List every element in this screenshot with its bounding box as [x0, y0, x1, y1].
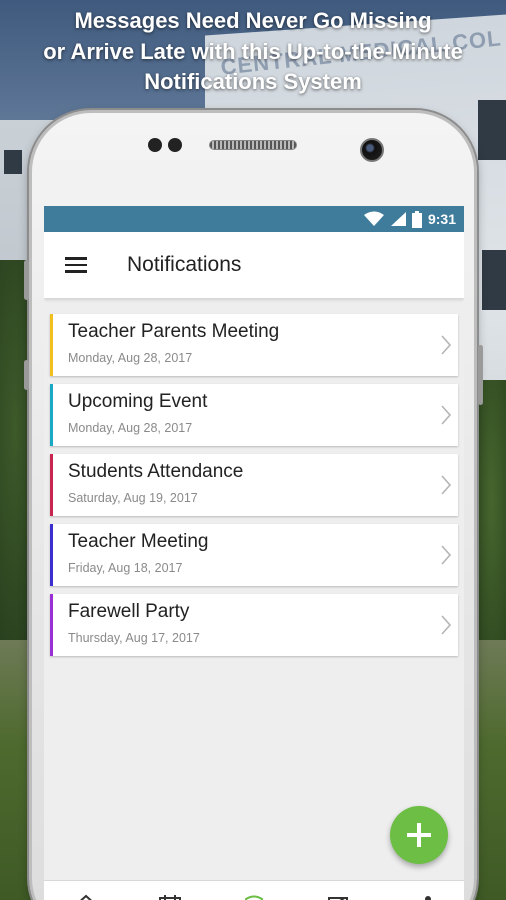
phone-power-button	[478, 345, 483, 405]
notification-title: Teacher Meeting	[68, 531, 209, 552]
chevron-right-icon	[441, 475, 452, 495]
app-screen: 9:31 Notifications Teacher Parents Meeti…	[44, 206, 464, 900]
chevron-right-icon	[441, 615, 452, 635]
chevron-right-icon	[441, 545, 452, 565]
status-time: 9:31	[427, 211, 456, 227]
front-camera	[360, 138, 384, 162]
wifi-icon	[363, 211, 384, 226]
headline-line-2: or Arrive Late with this Up-to-the-Minut…	[43, 38, 463, 64]
share-icon[interactable]	[408, 893, 436, 900]
hamburger-menu-icon[interactable]	[65, 257, 87, 273]
page-title: Notifications	[127, 253, 242, 276]
notification-date: Saturday, Aug 19, 2017	[68, 491, 198, 505]
battery-icon	[411, 210, 422, 228]
notification-date: Monday, Aug 28, 2017	[68, 351, 193, 365]
document-icon[interactable]	[324, 893, 352, 900]
status-bar: 9:31	[44, 206, 464, 232]
app-bar: Notifications	[44, 232, 464, 298]
chevron-right-icon	[441, 405, 452, 425]
plus-icon	[407, 823, 431, 847]
notification-list: Teacher Parents Meeting Monday, Aug 28, …	[44, 298, 464, 656]
notification-card[interactable]: Teacher Parents Meeting Monday, Aug 28, …	[50, 314, 458, 376]
phone-sensors	[148, 138, 182, 152]
notification-title: Teacher Parents Meeting	[68, 321, 280, 342]
notification-date: Friday, Aug 18, 2017	[68, 561, 183, 575]
add-notification-button[interactable]	[390, 806, 448, 864]
promo-headline: Messages Need Never Go Missing or Arrive…	[0, 6, 506, 98]
phone-side-button	[24, 260, 29, 300]
notification-title: Upcoming Event	[68, 391, 208, 412]
calendar-icon[interactable]	[156, 893, 184, 900]
notification-date: Thursday, Aug 17, 2017	[68, 631, 200, 645]
notification-card[interactable]: Students Attendance Saturday, Aug 19, 20…	[50, 454, 458, 516]
phone-side-button	[24, 360, 29, 390]
notification-card[interactable]: Teacher Meeting Friday, Aug 18, 2017	[50, 524, 458, 586]
notification-card[interactable]: Farewell Party Thursday, Aug 17, 2017	[50, 594, 458, 656]
headline-line-1: Messages Need Never Go Missing	[74, 8, 432, 33]
notification-title: Farewell Party	[68, 601, 190, 622]
notification-card[interactable]: Upcoming Event Monday, Aug 28, 2017	[50, 384, 458, 446]
bottom-navigation	[44, 880, 464, 900]
home-icon[interactable]	[72, 893, 100, 900]
shield-icon[interactable]	[240, 893, 268, 900]
signal-icon	[390, 212, 406, 226]
notification-date: Monday, Aug 28, 2017	[68, 421, 193, 435]
notification-title: Students Attendance	[68, 461, 244, 482]
phone-speaker	[209, 140, 297, 150]
chevron-right-icon	[441, 335, 452, 355]
headline-line-3: Notifications System	[144, 69, 362, 94]
